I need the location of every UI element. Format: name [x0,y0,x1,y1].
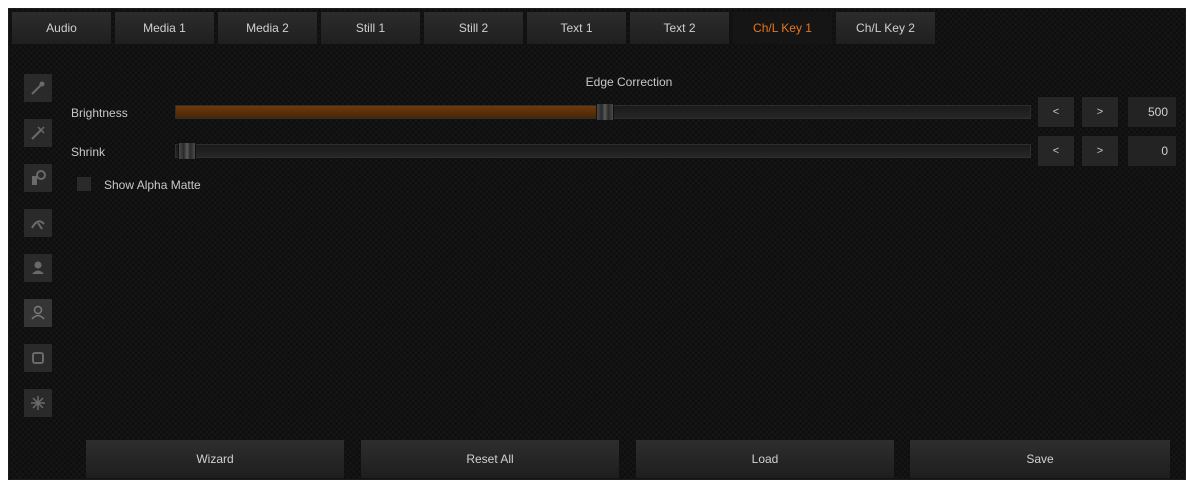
person-icon[interactable] [23,253,53,283]
tab-audio[interactable]: Audio [11,11,112,45]
tab-text-1[interactable]: Text 1 [526,11,627,45]
crop-icon[interactable] [23,343,53,373]
wand-icon[interactable] [23,73,53,103]
shrink-label: Shrink [71,145,106,159]
sidebar-toolbar [23,73,53,433]
wizard-button[interactable]: Wizard [85,439,345,479]
reset-all-button[interactable]: Reset All [360,439,620,479]
show-alpha-matte-checkbox[interactable] [76,176,92,192]
shrink-value[interactable]: 0 [1127,135,1177,167]
brightness-label: Brightness [71,106,128,120]
sparkle-icon[interactable] [23,388,53,418]
person-outline-icon[interactable] [23,298,53,328]
tab-media-1[interactable]: Media 1 [114,11,215,45]
keyer-panel: Audio Media 1 Media 2 Still 1 Still 2 Te… [8,8,1186,480]
shrink-slider-handle[interactable] [178,142,196,160]
tab-chl-key-1[interactable]: Ch/L Key 1 [732,11,833,45]
load-button[interactable]: Load [635,439,895,479]
tab-still-2[interactable]: Still 2 [423,11,524,45]
shrink-decrement-button[interactable]: < [1037,135,1075,167]
brightness-slider[interactable] [175,103,1031,121]
color-picker-icon[interactable] [23,163,53,193]
tab-bar: Audio Media 1 Media 2 Still 1 Still 2 Te… [11,11,938,45]
shrink-increment-button[interactable]: > [1081,135,1119,167]
brightness-decrement-button[interactable]: < [1037,96,1075,128]
brightness-increment-button[interactable]: > [1081,96,1119,128]
brightness-value[interactable]: 500 [1127,96,1177,128]
cursor-arrow-icon[interactable] [23,208,53,238]
brightness-slider-handle[interactable] [596,103,614,121]
brightness-slider-fill [176,106,600,118]
section-title: Edge Correction [585,75,673,89]
tab-still-1[interactable]: Still 1 [320,11,421,45]
tab-media-2[interactable]: Media 2 [217,11,318,45]
save-button[interactable]: Save [909,439,1171,479]
tab-text-2[interactable]: Text 2 [629,11,730,45]
wand-crossed-icon[interactable] [23,118,53,148]
tab-chl-key-2[interactable]: Ch/L Key 2 [835,11,936,45]
shrink-slider[interactable] [175,142,1031,160]
show-alpha-matte-label: Show Alpha Matte [104,178,201,192]
